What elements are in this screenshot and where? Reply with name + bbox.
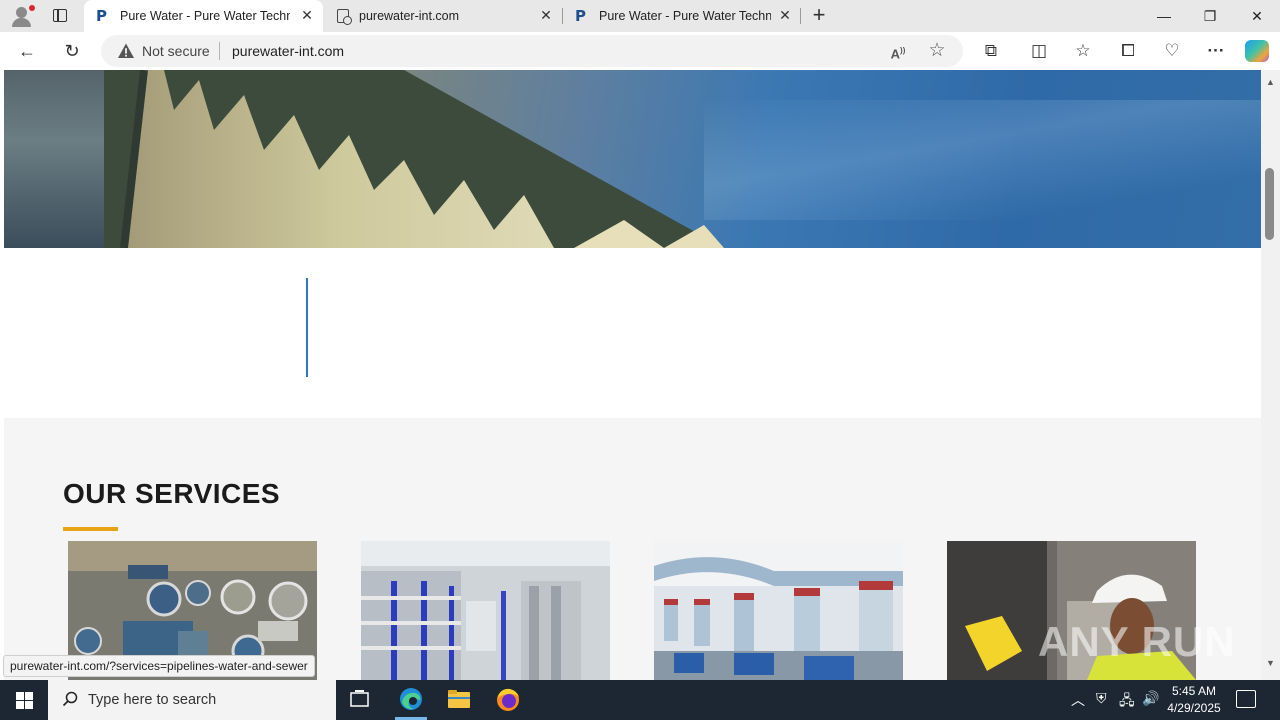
not-secure-label[interactable]: Not secure [142, 43, 210, 59]
tab-title: Pure Water - Pure Water Technol [599, 9, 771, 23]
tab-actions-icon[interactable] [46, 4, 74, 28]
profile-avatar-icon[interactable] [8, 3, 36, 29]
split-screen-icon[interactable]: ◫ [1026, 39, 1052, 63]
settings-more-icon[interactable]: ··· [1203, 39, 1229, 63]
hero-weir-wall [104, 70, 724, 248]
copilot-icon[interactable] [1245, 40, 1269, 62]
service-card-reverse-osmosis[interactable] [361, 541, 610, 680]
tray-app-icon[interactable]: ⛨ [1096, 690, 1107, 707]
close-tab-icon[interactable]: ✕ [539, 8, 553, 22]
status-bar-link-preview: purewater-int.com/?services=pipelines-wa… [3, 655, 315, 677]
show-hidden-icons-chevron-icon[interactable]: ︿ [1071, 690, 1085, 710]
services-heading: OUR SERVICES [63, 478, 281, 509]
restore-icon[interactable]: ❐ [1187, 0, 1233, 32]
tab-title: Pure Water - Pure Water Technol [120, 9, 290, 23]
ro-membrane-image [361, 541, 610, 680]
tab-pure-water-1[interactable]: P Pure Water - Pure Water Technol ✕ [84, 0, 323, 32]
search-placeholder: Type here to search [88, 692, 217, 708]
address-bar[interactable]: Not secure purewater-int.com A)) ☆ [101, 35, 963, 67]
tab-purewater-int[interactable]: purewater-int.com ✕ [323, 0, 562, 32]
edge-browser-icon[interactable] [387, 680, 435, 720]
favorites-icon[interactable]: ☆ [1070, 39, 1096, 63]
read-aloud-icon[interactable]: A)) [887, 40, 909, 62]
notification-center-icon[interactable] [1236, 690, 1256, 708]
document-favicon-icon [337, 9, 352, 25]
heading-accent-underline [63, 527, 118, 531]
network-icon[interactable]: 🖧 [1119, 690, 1135, 714]
hero-water-ripple [704, 100, 1261, 220]
firefox-icon[interactable] [484, 680, 532, 720]
warning-triangle-icon[interactable] [117, 42, 135, 60]
collections-icon[interactable]: ⧠ [1115, 39, 1141, 63]
service-card-pumping-station[interactable] [654, 541, 903, 680]
pure-water-favicon-icon: P [575, 7, 586, 25]
browser-toolbar: ← ↻ Not secure purewater-int.com A)) ☆ ⧉… [0, 32, 1280, 70]
tab-pure-water-2[interactable]: P Pure Water - Pure Water Technol ✕ [563, 0, 800, 32]
scroll-thumb[interactable] [1265, 168, 1274, 240]
back-arrow-icon[interactable]: ← [13, 37, 41, 65]
minimize-icon[interactable]: — [1141, 0, 1187, 32]
windows-taskbar: Type here to search ︿ ⛨ 🖧 🔊 5:45 AM 4/29… [0, 680, 1280, 720]
clock-date: 4/29/2025 [1167, 701, 1221, 715]
new-tab-plus-icon[interactable]: + [808, 4, 830, 26]
search-icon [62, 691, 78, 707]
refresh-icon[interactable]: ↻ [58, 37, 86, 65]
volume-icon[interactable]: 🔊 [1142, 690, 1159, 707]
url-text[interactable]: purewater-int.com [232, 43, 344, 59]
close-window-icon[interactable]: ✕ [1234, 0, 1280, 32]
pure-water-favicon-icon: P [96, 7, 107, 25]
pumping-station-image [654, 541, 903, 680]
task-view-icon[interactable] [336, 680, 384, 720]
page-viewport: OUR SERVICES purewater-int.com/?services… [0, 70, 1280, 680]
section-divider-line [306, 278, 308, 377]
close-tab-icon[interactable]: ✕ [300, 8, 314, 22]
close-tab-icon[interactable]: ✕ [778, 8, 792, 22]
clock-time: 5:45 AM [1171, 684, 1217, 698]
extensions-puzzle-icon[interactable]: ⧉ [978, 39, 1004, 63]
tab-separator [800, 8, 801, 24]
page-scrollbar[interactable]: ▲ ▼ [1261, 70, 1280, 680]
taskbar-clock[interactable]: 5:45 AM 4/29/2025 [1162, 683, 1226, 717]
address-separator [219, 42, 220, 60]
intro-section [4, 248, 1261, 418]
hero-banner-image [4, 70, 1261, 248]
scroll-up-arrow-icon[interactable]: ▲ [1264, 76, 1277, 88]
favorite-star-icon[interactable]: ☆ [926, 40, 948, 62]
tab-title: purewater-int.com [359, 9, 460, 23]
scroll-down-arrow-icon[interactable]: ▼ [1264, 657, 1277, 669]
browser-essentials-icon[interactable]: ♡ [1159, 39, 1185, 63]
taskbar-search-box[interactable]: Type here to search [48, 680, 336, 720]
tab-strip: P Pure Water - Pure Water Technol ✕ pure… [0, 0, 1280, 32]
windows-start-icon[interactable] [0, 680, 48, 720]
anyrun-watermark: ANY RUN [1038, 618, 1236, 665]
file-explorer-icon[interactable] [435, 680, 483, 720]
